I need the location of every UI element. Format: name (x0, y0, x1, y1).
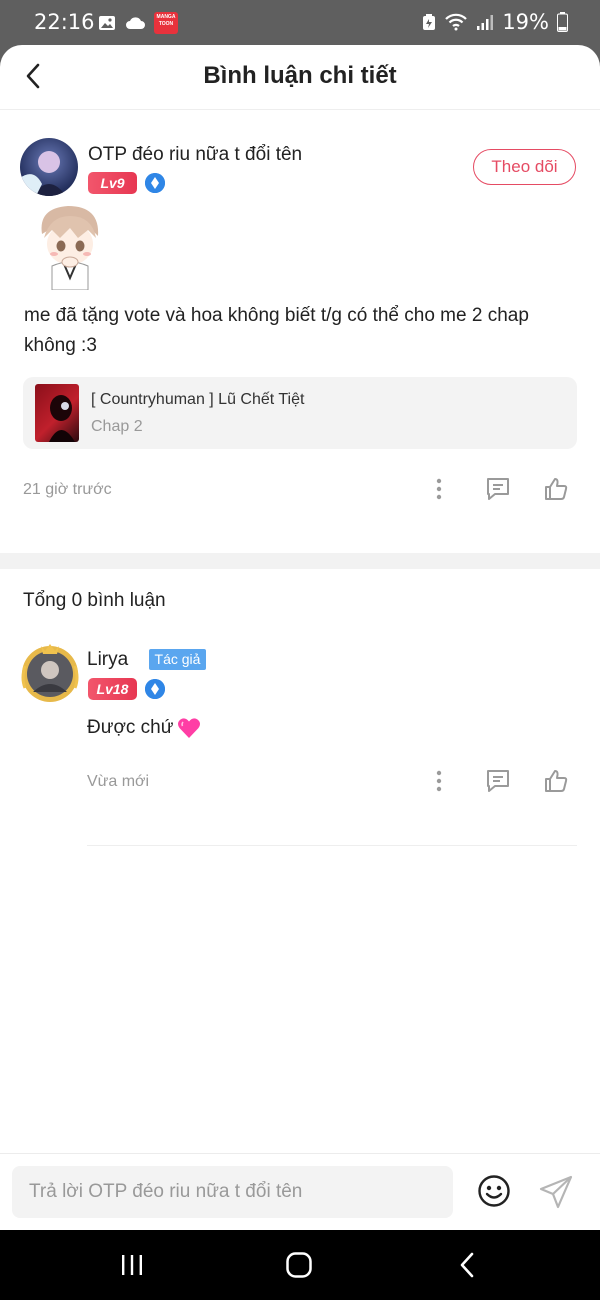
reply-separator (87, 845, 577, 846)
section-divider (0, 553, 600, 569)
cloud-icon (126, 17, 145, 29)
reply-comment-button[interactable] (484, 475, 512, 503)
battery-percent: 19% (502, 10, 549, 34)
heart-emoji-icon (178, 718, 201, 738)
reply-like-button[interactable] (542, 767, 570, 795)
comment-icon (487, 478, 509, 500)
mangatoon-app-icon: MANGA TOON (154, 12, 178, 34)
sticker-image (30, 200, 110, 291)
vip-badge-icon (145, 173, 165, 193)
status-bar: 22:16 MANGA TOON 19% (0, 0, 600, 45)
thumbs-up-icon (545, 770, 568, 792)
commenter-username[interactable]: OTP đéo riu nữa t đổi tên (88, 144, 302, 166)
more-button[interactable] (425, 475, 453, 503)
chapter-subtitle: Chap 2 (91, 418, 143, 435)
reply-vip-badge-icon (145, 679, 165, 699)
recent-apps-button[interactable] (112, 1248, 152, 1282)
comment-icon (487, 770, 509, 792)
system-back-button[interactable] (447, 1248, 487, 1282)
chapter-title: [ Countryhuman ] Lũ Chết Tiệt (91, 391, 305, 408)
signal-icon (477, 15, 494, 30)
level-badge: Lv9 (88, 172, 137, 194)
system-nav-bar (0, 1230, 600, 1300)
reply-avatar[interactable] (19, 642, 81, 704)
follow-button[interactable]: Theo dõi (473, 149, 576, 185)
notification-icons: MANGA TOON (98, 12, 178, 34)
status-time: 22:16 (34, 10, 95, 34)
reply-more-button[interactable] (425, 767, 453, 795)
reply-comment-button-2[interactable] (484, 767, 512, 795)
reply-username[interactable]: Lirya (87, 649, 128, 671)
battery-icon (557, 12, 568, 32)
commenter-avatar[interactable] (20, 138, 78, 196)
reply-text: Được chứ (87, 717, 174, 738)
author-tag: Tác giả (149, 649, 206, 670)
home-button[interactable] (279, 1248, 319, 1282)
image-icon (99, 16, 115, 30)
more-vertical-icon (436, 770, 442, 792)
system-indicators: 19% (422, 10, 568, 34)
chapter-card[interactable]: [ Countryhuman ] Lũ Chết Tiệt Chap 2 (23, 377, 577, 449)
reply-level-badge: Lv18 (88, 678, 137, 700)
back-arrow-icon (460, 1252, 474, 1278)
thumbs-up-icon (545, 478, 568, 500)
send-button[interactable] (538, 1174, 574, 1210)
reply-input-bar (0, 1153, 600, 1230)
comment-text: me đã tặng vote và hoa không biết t/g có… (24, 305, 529, 356)
reply-timestamp: Vừa mới (87, 773, 150, 790)
comment-timestamp: 21 giờ trước (23, 481, 112, 498)
reply-text-row: Được chứ (87, 717, 201, 739)
comment-detail-sheet: Bình luận chi tiết OTP đéo riu nữa t đổi… (0, 45, 600, 1230)
chapter-thumbnail (35, 384, 79, 442)
page-title: Bình luận chi tiết (203, 62, 397, 89)
wifi-icon (445, 13, 468, 31)
header: Bình luận chi tiết (0, 45, 600, 110)
recent-apps-icon (122, 1255, 142, 1275)
reply-input[interactable] (12, 1166, 453, 1218)
emoji-icon (478, 1175, 510, 1207)
emoji-button[interactable] (477, 1174, 511, 1208)
like-button[interactable] (542, 475, 570, 503)
more-vertical-icon (436, 478, 442, 500)
send-icon (539, 1175, 573, 1209)
battery-saver-icon (423, 14, 436, 30)
home-icon (286, 1252, 312, 1278)
total-comments-label: Tổng 0 bình luận (23, 590, 166, 611)
